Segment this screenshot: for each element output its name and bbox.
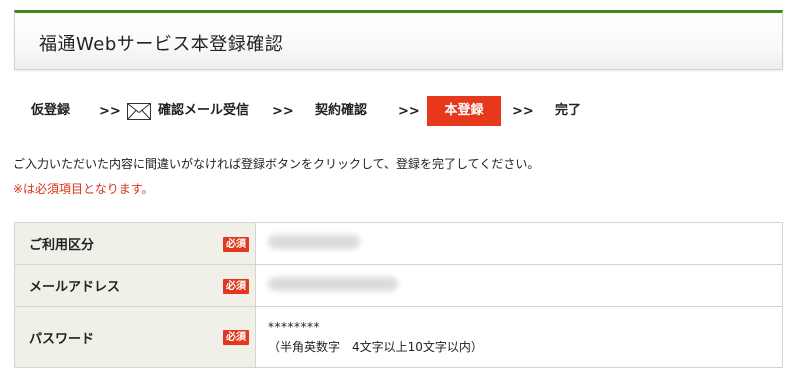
field-label-cell: ご利用区分 必須: [14, 222, 256, 265]
confirmation-table: ご利用区分 必須 メールアドレス 必須 パスワード 必須 ******** （半…: [14, 222, 783, 368]
page-title: 福通Webサービス本登録確認: [39, 34, 284, 55]
step-separator: >>: [512, 104, 534, 119]
field-value-usage-type: [255, 222, 783, 265]
step-separator: >>: [99, 104, 121, 119]
step-complete: 完了: [555, 103, 582, 118]
field-label-usage-type: ご利用区分: [29, 238, 95, 253]
step-provisional-registration: 仮登録: [31, 103, 71, 118]
table-row: メールアドレス 必須: [14, 264, 783, 307]
field-value-password: ******** （半角英数字 4文字以上10文字以内）: [255, 306, 783, 368]
field-label-cell: パスワード 必須: [14, 306, 256, 368]
field-label-cell: メールアドレス 必須: [14, 264, 256, 307]
redacted-value: [268, 276, 398, 291]
password-mask: ********: [268, 319, 320, 334]
redacted-value: [268, 234, 360, 249]
step-confirmation-mail: 確認メール受信: [127, 96, 249, 126]
field-label-password: パスワード: [29, 331, 95, 347]
progress-steps: 仮登録 >> 確認メール受信 >> 契約確認 >> 本登録 >> 完了: [0, 96, 800, 126]
step-separator: >>: [398, 104, 420, 119]
required-badge: 必須: [223, 330, 249, 345]
step-contract-confirmation: 契約確認: [315, 103, 368, 118]
required-badge: 必須: [223, 236, 249, 252]
field-label-email: メールアドレス: [29, 280, 121, 295]
required-badge: 必須: [223, 278, 249, 294]
instruction-text: ご入力いただいた内容に間違いがなければ登録ボタンをクリックして、登録を完了してく…: [13, 157, 540, 171]
page-header: 福通Webサービス本登録確認: [14, 10, 783, 70]
step-separator: >>: [272, 104, 294, 119]
envelope-icon: [127, 103, 151, 120]
password-rule-note: （半角英数字 4文字以上10文字以内）: [268, 339, 483, 354]
step-main-registration-active: 本登録: [427, 96, 501, 126]
table-row: パスワード 必須 ******** （半角英数字 4文字以上10文字以内）: [14, 306, 783, 368]
table-row: ご利用区分 必須: [14, 222, 783, 265]
field-value-email: [255, 264, 783, 307]
step-label: 確認メール受信: [158, 103, 250, 118]
required-note: ※は必須項目となります。: [13, 182, 154, 196]
